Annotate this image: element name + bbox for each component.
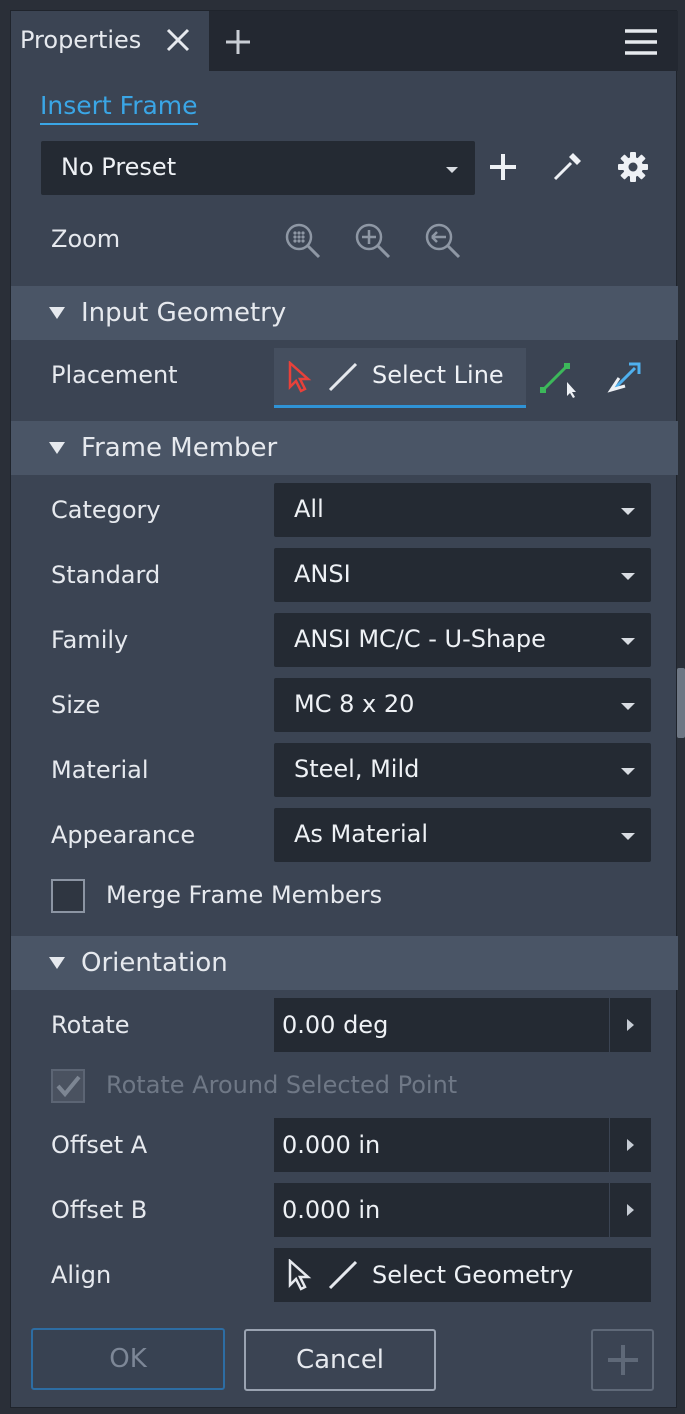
appearance-value: As Material (294, 820, 429, 848)
line-pick-icon[interactable] (537, 356, 581, 400)
section-orientation-label: Orientation (81, 948, 228, 978)
family-dropdown[interactable]: ANSI MC/C - U-Shape (274, 613, 651, 667)
standard-label: Standard (51, 561, 161, 589)
plus-icon[interactable] (221, 25, 255, 59)
chevron-down-icon (621, 833, 635, 840)
offset-a-input[interactable]: 0.000 in (274, 1118, 651, 1172)
section-input-geometry[interactable]: Input Geometry (11, 286, 678, 340)
section-input-geometry-label: Input Geometry (81, 298, 287, 328)
material-dropdown[interactable]: Steel, Mild (274, 743, 651, 797)
properties-panel: Properties Insert Frame No Preset Zoom I… (10, 10, 678, 1408)
standard-dropdown[interactable]: ANSI (274, 548, 651, 602)
preset-dropdown[interactable]: No Preset (41, 141, 475, 195)
rotate-around-point-label: Rotate Around Selected Point (106, 1071, 458, 1099)
collapse-triangle-icon (49, 957, 65, 969)
collapse-triangle-icon (49, 307, 65, 319)
category-value: All (294, 495, 324, 523)
chevron-down-icon (621, 573, 635, 580)
preset-value: No Preset (61, 153, 177, 181)
tab-properties-label: Properties (20, 26, 142, 54)
plus-icon[interactable] (485, 149, 521, 185)
rotate-around-point-checkbox (51, 1069, 85, 1103)
zoom-all-icon[interactable] (281, 219, 325, 263)
category-label: Category (51, 496, 161, 524)
line-icon (326, 1258, 360, 1292)
chevron-down-icon (446, 167, 458, 173)
rotate-label: Rotate (51, 1011, 130, 1039)
select-geometry-button[interactable]: Select Geometry (274, 1248, 651, 1302)
family-label: Family (51, 626, 129, 654)
select-line-button[interactable]: Select Line (274, 348, 526, 408)
select-cursor-icon (286, 360, 314, 393)
align-label: Align (51, 1261, 112, 1289)
material-label: Material (51, 756, 149, 784)
offset-b-input[interactable]: 0.000 in (274, 1183, 651, 1237)
ok-button[interactable]: OK (31, 1328, 225, 1390)
tab-properties[interactable]: Properties (11, 11, 209, 71)
gear-icon[interactable] (615, 149, 651, 185)
size-value: MC 8 x 20 (294, 690, 415, 718)
chevron-down-icon (621, 508, 635, 515)
section-frame-member[interactable]: Frame Member (11, 421, 678, 475)
chevron-down-icon (621, 703, 635, 710)
eyedropper-icon[interactable] (549, 149, 585, 185)
plus-icon (605, 1342, 641, 1378)
expand-arrow-icon[interactable] (609, 998, 651, 1052)
merge-frame-members-checkbox[interactable] (51, 879, 85, 913)
chevron-down-icon (621, 768, 635, 775)
hamburger-menu-icon[interactable] (621, 25, 661, 59)
flip-arrows-icon[interactable] (605, 356, 649, 400)
size-label: Size (51, 691, 101, 719)
collapse-triangle-icon (49, 442, 65, 454)
standard-value: ANSI (294, 560, 351, 588)
placement-label: Placement (51, 361, 178, 389)
apply-button[interactable] (591, 1329, 654, 1391)
cancel-button[interactable]: Cancel (244, 1329, 436, 1391)
expand-arrow-icon[interactable] (609, 1183, 651, 1237)
appearance-dropdown[interactable]: As Material (274, 808, 651, 862)
rotate-input[interactable]: 0.00 deg (274, 998, 651, 1052)
zoom-label: Zoom (51, 225, 121, 253)
scrollbar-thumb[interactable] (677, 668, 685, 738)
zoom-in-icon[interactable] (351, 219, 395, 263)
line-icon (326, 360, 360, 394)
chevron-down-icon (621, 638, 635, 645)
appearance-label: Appearance (51, 821, 196, 849)
insert-frame-title[interactable]: Insert Frame (40, 91, 198, 125)
zoom-previous-icon[interactable] (421, 219, 465, 263)
category-dropdown[interactable]: All (274, 483, 651, 537)
section-orientation[interactable]: Orientation (11, 936, 678, 990)
expand-arrow-icon[interactable] (609, 1118, 651, 1172)
rotate-value: 0.00 deg (282, 1011, 389, 1039)
size-dropdown[interactable]: MC 8 x 20 (274, 678, 651, 732)
select-cursor-icon (286, 1258, 314, 1291)
close-icon[interactable] (161, 23, 195, 57)
family-value: ANSI MC/C - U-Shape (294, 625, 546, 653)
section-frame-member-label: Frame Member (81, 433, 278, 463)
select-geometry-label: Select Geometry (372, 1261, 574, 1289)
select-line-label: Select Line (372, 361, 504, 389)
offset-a-value: 0.000 in (282, 1131, 381, 1159)
offset-a-label: Offset A (51, 1131, 148, 1159)
merge-frame-members-label[interactable]: Merge Frame Members (106, 881, 382, 909)
panel-titlebar: Properties (11, 11, 678, 71)
material-value: Steel, Mild (294, 755, 420, 783)
offset-b-label: Offset B (51, 1196, 148, 1224)
offset-b-value: 0.000 in (282, 1196, 381, 1224)
